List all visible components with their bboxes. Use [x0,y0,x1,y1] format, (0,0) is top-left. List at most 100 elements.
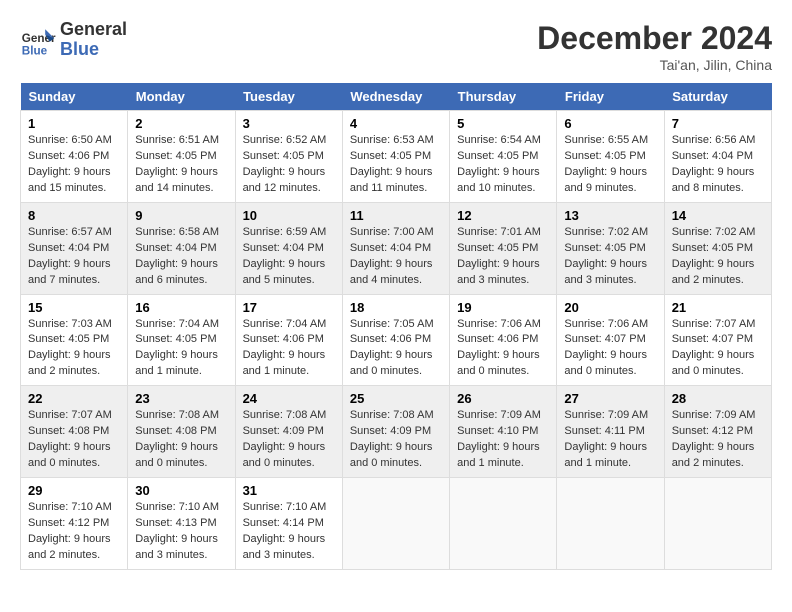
day-info: Sunrise: 7:07 AMSunset: 4:08 PMDaylight:… [28,408,120,472]
day-number: 16 [135,300,227,315]
day-info: Sunrise: 6:50 AMSunset: 4:06 PMDaylight:… [28,133,120,197]
day-info: Sunrise: 6:57 AMSunset: 4:04 PMDaylight:… [28,225,120,289]
day-info: Sunrise: 7:01 AMSunset: 4:05 PMDaylight:… [457,225,549,289]
calendar-cell: 6Sunrise: 6:55 AMSunset: 4:05 PMDaylight… [557,111,664,203]
day-number: 23 [135,391,227,406]
day-info: Sunrise: 7:02 AMSunset: 4:05 PMDaylight:… [564,225,656,289]
day-info: Sunrise: 7:08 AMSunset: 4:09 PMDaylight:… [243,408,335,472]
day-number: 29 [28,483,120,498]
day-info: Sunrise: 7:00 AMSunset: 4:04 PMDaylight:… [350,225,442,289]
day-number: 21 [672,300,764,315]
logo-line2: Blue [60,40,127,60]
day-info: Sunrise: 6:55 AMSunset: 4:05 PMDaylight:… [564,133,656,197]
calendar-table: SundayMondayTuesdayWednesdayThursdayFrid… [20,83,772,570]
day-number: 27 [564,391,656,406]
day-number: 17 [243,300,335,315]
weekday-header-tuesday: Tuesday [235,83,342,111]
day-number: 18 [350,300,442,315]
title-block: December 2024 Tai'an, Jilin, China [537,20,772,73]
day-number: 22 [28,391,120,406]
day-number: 15 [28,300,120,315]
day-info: Sunrise: 7:08 AMSunset: 4:08 PMDaylight:… [135,408,227,472]
calendar-cell [664,478,771,570]
calendar-cell: 10Sunrise: 6:59 AMSunset: 4:04 PMDayligh… [235,202,342,294]
calendar-cell: 1Sunrise: 6:50 AMSunset: 4:06 PMDaylight… [21,111,128,203]
page-title: December 2024 [537,20,772,57]
weekday-header-sunday: Sunday [21,83,128,111]
day-info: Sunrise: 7:09 AMSunset: 4:12 PMDaylight:… [672,408,764,472]
calendar-cell: 3Sunrise: 6:52 AMSunset: 4:05 PMDaylight… [235,111,342,203]
day-number: 19 [457,300,549,315]
day-number: 10 [243,208,335,223]
calendar-cell: 23 Sunrise: 7:08 AMSunset: 4:08 PMDayligh… [128,386,235,478]
day-number: 31 [243,483,335,498]
calendar-cell: 24Sunrise: 7:08 AMSunset: 4:09 PMDayligh… [235,386,342,478]
logo-line1: General [60,20,127,40]
calendar-cell: 16 Sunrise: 7:04 AMSunset: 4:05 PMDayligh… [128,294,235,386]
day-info: Sunrise: 7:04 AMSunset: 4:05 PMDaylight:… [135,317,227,381]
calendar-cell: 18 Sunrise: 7:05 AMSunset: 4:06 PMDayligh… [342,294,449,386]
day-number: 4 [350,116,442,131]
logo-icon: General Blue [20,22,56,58]
weekday-header-row: SundayMondayTuesdayWednesdayThursdayFrid… [21,83,772,111]
page-header: General Blue General Blue December 2024 … [20,20,772,73]
page-subtitle: Tai'an, Jilin, China [537,57,772,73]
weekday-header-friday: Friday [557,83,664,111]
svg-text:Blue: Blue [22,44,48,57]
calendar-cell: 2 Sunrise: 6:51 AMSunset: 4:05 PMDaylight… [128,111,235,203]
day-info: Sunrise: 6:51 AMSunset: 4:05 PMDaylight:… [135,133,227,197]
calendar-cell: 14Sunrise: 7:02 AMSunset: 4:05 PMDayligh… [664,202,771,294]
day-number: 30 [135,483,227,498]
calendar-cell: 12Sunrise: 7:01 AMSunset: 4:05 PMDayligh… [450,202,557,294]
day-info: Sunrise: 6:58 AMSunset: 4:04 PMDaylight:… [135,225,227,289]
day-info: Sunrise: 7:09 AMSunset: 4:11 PMDaylight:… [564,408,656,472]
calendar-week-2: 8 Sunrise: 6:57 AMSunset: 4:04 PMDaylight… [21,202,772,294]
day-info: Sunrise: 7:03 AMSunset: 4:05 PMDaylight:… [28,317,120,381]
day-number: 2 [135,116,227,131]
calendar-cell: 20 Sunrise: 7:06 AMSunset: 4:07 PMDayligh… [557,294,664,386]
day-number: 25 [350,391,442,406]
logo: General Blue General Blue [20,20,127,60]
day-number: 9 [135,208,227,223]
calendar-week-5: 29 Sunrise: 7:10 AMSunset: 4:12 PMDayligh… [21,478,772,570]
day-info: Sunrise: 7:10 AMSunset: 4:14 PMDaylight:… [243,500,335,564]
day-info: Sunrise: 7:02 AMSunset: 4:05 PMDaylight:… [672,225,764,289]
day-number: 20 [564,300,656,315]
day-info: Sunrise: 7:06 AMSunset: 4:06 PMDaylight:… [457,317,549,381]
calendar-cell: 31 Sunrise: 7:10 AMSunset: 4:14 PMDayligh… [235,478,342,570]
calendar-cell: 29 Sunrise: 7:10 AMSunset: 4:12 PMDayligh… [21,478,128,570]
calendar-cell: 22 Sunrise: 7:07 AMSunset: 4:08 PMDayligh… [21,386,128,478]
calendar-cell: 13 Sunrise: 7:02 AMSunset: 4:05 PMDayligh… [557,202,664,294]
day-info: Sunrise: 6:53 AMSunset: 4:05 PMDaylight:… [350,133,442,197]
calendar-cell: 21 Sunrise: 7:07 AMSunset: 4:07 PMDayligh… [664,294,771,386]
day-info: Sunrise: 6:54 AMSunset: 4:05 PMDaylight:… [457,133,549,197]
day-info: Sunrise: 7:10 AMSunset: 4:13 PMDaylight:… [135,500,227,564]
day-number: 26 [457,391,549,406]
day-info: Sunrise: 6:52 AMSunset: 4:05 PMDaylight:… [243,133,335,197]
calendar-cell [450,478,557,570]
calendar-cell [557,478,664,570]
weekday-header-wednesday: Wednesday [342,83,449,111]
calendar-cell: 27 Sunrise: 7:09 AMSunset: 4:11 PMDayligh… [557,386,664,478]
calendar-cell [342,478,449,570]
day-number: 5 [457,116,549,131]
calendar-cell: 30 Sunrise: 7:10 AMSunset: 4:13 PMDayligh… [128,478,235,570]
day-info: Sunrise: 7:10 AMSunset: 4:12 PMDaylight:… [28,500,120,564]
calendar-week-1: 1Sunrise: 6:50 AMSunset: 4:06 PMDaylight… [21,111,772,203]
day-info: Sunrise: 7:06 AMSunset: 4:07 PMDaylight:… [564,317,656,381]
weekday-header-saturday: Saturday [664,83,771,111]
day-number: 8 [28,208,120,223]
calendar-cell: 26 Sunrise: 7:09 AMSunset: 4:10 PMDayligh… [450,386,557,478]
calendar-cell: 7Sunrise: 6:56 AMSunset: 4:04 PMDaylight… [664,111,771,203]
day-info: Sunrise: 6:56 AMSunset: 4:04 PMDaylight:… [672,133,764,197]
calendar-cell: 9 Sunrise: 6:58 AMSunset: 4:04 PMDaylight… [128,202,235,294]
calendar-cell: 15 Sunrise: 7:03 AMSunset: 4:05 PMDayligh… [21,294,128,386]
calendar-cell: 4 Sunrise: 6:53 AMSunset: 4:05 PMDaylight… [342,111,449,203]
day-info: Sunrise: 7:09 AMSunset: 4:10 PMDaylight:… [457,408,549,472]
day-number: 13 [564,208,656,223]
calendar-week-4: 22 Sunrise: 7:07 AMSunset: 4:08 PMDayligh… [21,386,772,478]
day-info: Sunrise: 7:05 AMSunset: 4:06 PMDaylight:… [350,317,442,381]
calendar-cell: 25Sunrise: 7:08 AMSunset: 4:09 PMDayligh… [342,386,449,478]
day-number: 28 [672,391,764,406]
day-info: Sunrise: 7:07 AMSunset: 4:07 PMDaylight:… [672,317,764,381]
